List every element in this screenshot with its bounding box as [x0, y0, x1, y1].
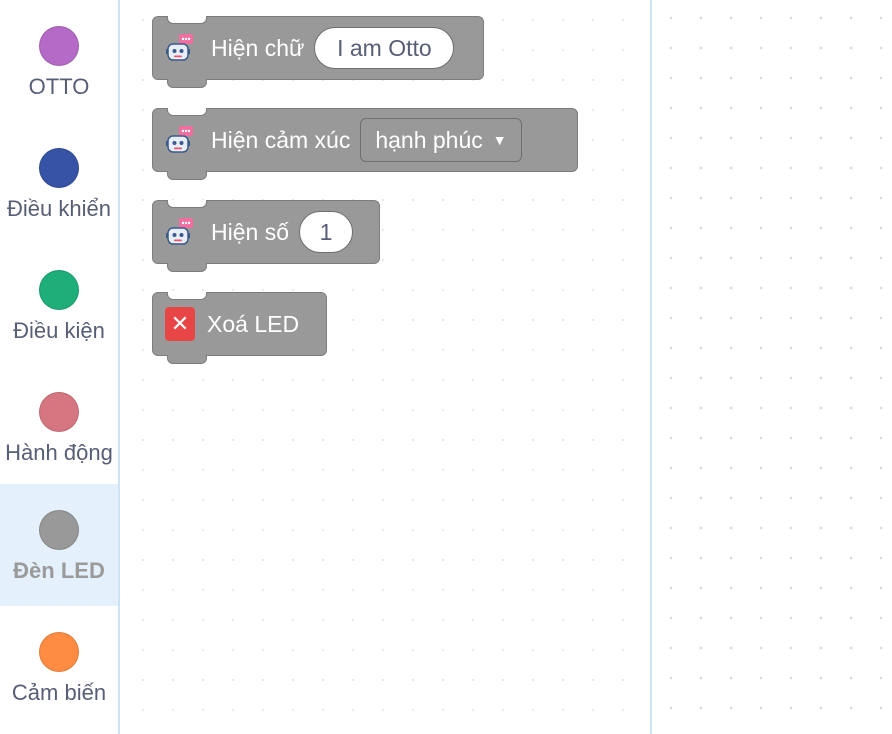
category-den-led[interactable]: Đèn LED [0, 484, 118, 606]
category-label: OTTO [28, 74, 90, 99]
block-label: Hiện chữ [211, 34, 305, 61]
category-dieu-khien-dot [39, 148, 79, 188]
block-tab [167, 171, 207, 180]
category-den-led-dot [39, 510, 79, 550]
emotion-dropdown[interactable]: hạnh phúc ▼ [360, 118, 522, 162]
caret-down-icon: ▼ [492, 132, 507, 148]
robot-chat-icon [165, 125, 195, 155]
show-emotion-block[interactable]: Hiện cảm xúc hạnh phúc ▼ [152, 108, 578, 180]
category-dieu-kien[interactable]: Điều kiện [0, 244, 118, 366]
block-label: Hiện số [211, 218, 289, 245]
category-label: Điều kiện [13, 318, 105, 343]
block-notch [167, 200, 207, 208]
show-number-block[interactable]: Hiện số 1 [152, 200, 380, 272]
dropdown-value: hạnh phúc [375, 126, 483, 153]
category-label: Điều khiển [7, 196, 111, 221]
text-input-field[interactable]: I am Otto [314, 27, 455, 69]
category-cam-bien-dot [39, 632, 79, 672]
category-dieu-khien[interactable]: Điều khiển [0, 122, 118, 244]
category-label: Hành động [5, 440, 113, 465]
clear-x-icon: ✕ [165, 307, 195, 341]
clear-led-block[interactable]: ✕ Xoá LED [152, 292, 327, 364]
category-cam-bien[interactable]: Cảm biến [0, 606, 118, 728]
category-label: Cảm biến [11, 680, 107, 705]
block-tab [167, 355, 207, 364]
category-sidebar: OTTO Điều khiển Điều kiện Hành động Đèn … [0, 0, 120, 734]
block-flyout: Hiện chữ I am Otto Hiện cảm xúc hạnh phú… [120, 0, 652, 734]
robot-chat-icon [165, 33, 195, 63]
category-hanh-dong[interactable]: Hành động [0, 366, 118, 488]
category-otto[interactable]: OTTO [0, 0, 118, 122]
block-tab [167, 79, 207, 88]
block-notch [167, 108, 207, 116]
block-notch [167, 292, 207, 300]
number-input-field[interactable]: 1 [298, 211, 353, 253]
block-label: Xoá LED [207, 310, 300, 337]
block-tab [167, 263, 207, 272]
category-otto-dot [39, 26, 79, 66]
block-notch [167, 16, 207, 24]
block-label: Hiện cảm xúc [211, 126, 351, 153]
robot-chat-icon [165, 217, 195, 247]
category-hanh-dong-dot [39, 392, 79, 432]
code-workspace[interactable] [652, 0, 892, 734]
category-dieu-kien-dot [39, 270, 79, 310]
show-text-block[interactable]: Hiện chữ I am Otto [152, 16, 484, 88]
category-label: Đèn LED [13, 558, 105, 583]
